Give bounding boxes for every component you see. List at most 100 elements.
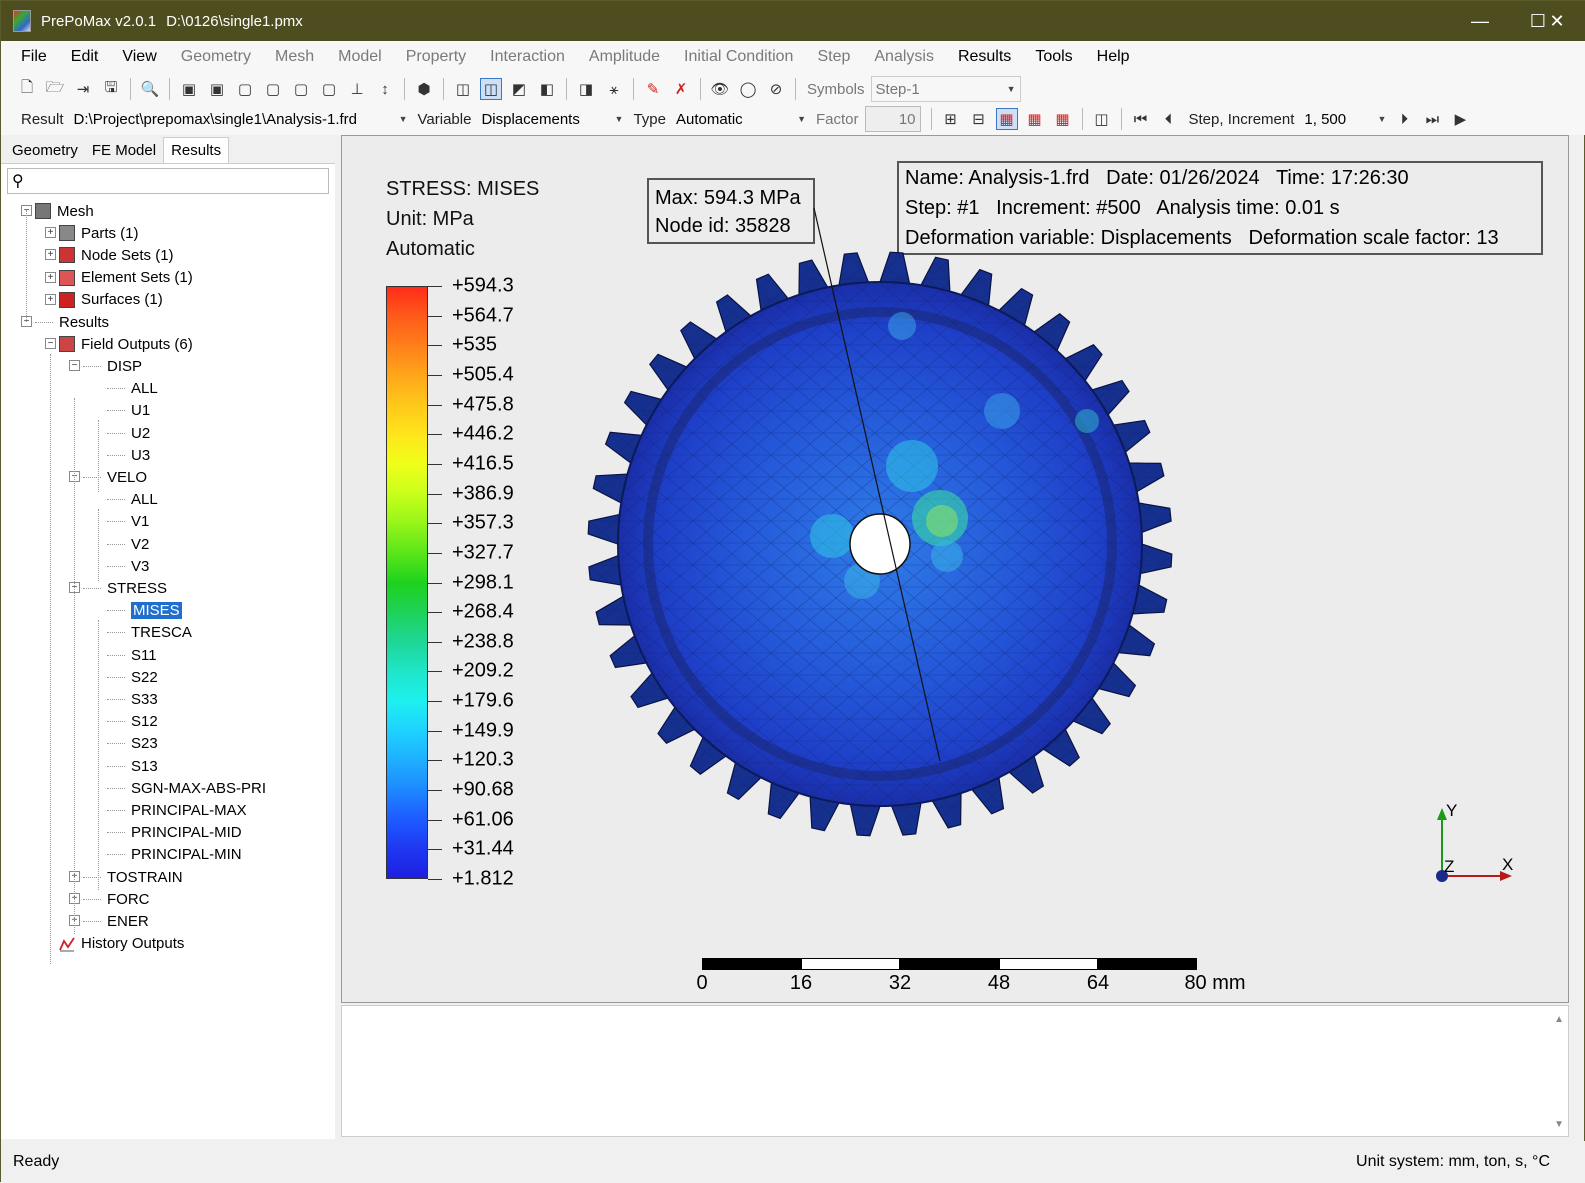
expand-icon[interactable]: + [45,293,56,305]
tree-node[interactable]: FORC [83,888,150,910]
tree-node[interactable]: Element Sets (1) [59,267,193,289]
menu-interaction[interactable]: Interaction [478,48,577,66]
tab-results[interactable]: Results [163,137,230,163]
save-icon[interactable]: 🖫 [100,78,122,100]
tree-node[interactable]: S13 [107,755,158,777]
menu-geometry[interactable]: Geometry [169,48,263,66]
menu-results[interactable]: Results [946,48,1023,66]
tree-node[interactable]: ALL [107,378,158,400]
collapse-icon[interactable]: − [69,360,80,372]
first-increment-icon[interactable]: ⏮ [1130,108,1152,130]
tree-node[interactable]: S23 [107,733,158,755]
tree-node[interactable]: V3 [107,555,149,577]
view-right-icon[interactable]: ▢ [318,78,340,100]
tree-node[interactable]: Surfaces (1) [59,289,163,311]
section-view-icon[interactable]: ◧ [536,78,558,100]
view-bottom-icon[interactable]: ▢ [262,78,284,100]
menu-edit[interactable]: Edit [59,48,111,66]
tree-node[interactable]: SGN-MAX-ABS-PRI [107,777,266,799]
tree-node[interactable]: U3 [107,444,150,466]
tree-node[interactable]: History Outputs [59,933,184,955]
menu-view[interactable]: View [110,48,168,66]
view-front-icon[interactable]: ▣ [178,78,200,100]
shaded-with-edges-icon[interactable]: ◫ [480,78,502,100]
clear-query-icon[interactable]: ✗ [670,78,692,100]
tree-node[interactable]: MISES [107,600,182,622]
tree-node[interactable]: S22 [107,666,158,688]
tree-search-input[interactable]: ⚲ [7,168,329,194]
expand-icon[interactable]: + [45,249,56,261]
menu-initial-condition[interactable]: Initial Condition [672,48,805,66]
isometric-view-icon[interactable]: ⬢ [413,78,435,100]
result-file-combo[interactable]: D:\Project\prepomax\single1\Analysis-1.f… [69,106,412,132]
variable-combo[interactable]: Displacements ▼ [477,106,628,132]
menu-mesh[interactable]: Mesh [263,48,326,66]
last-increment-icon[interactable]: ⏭ [1421,108,1443,130]
deformed-icon[interactable]: ⊟ [968,108,990,130]
scroll-down-icon[interactable]: ▼ [1554,1119,1564,1130]
menu-analysis[interactable]: Analysis [862,48,946,66]
tree-node[interactable]: ALL [107,489,158,511]
view-top-icon[interactable]: ▢ [234,78,256,100]
step-increment-combo[interactable]: 1, 500 ▼ [1300,106,1391,132]
tree-node[interactable]: S11 [107,644,157,666]
tree-node[interactable]: STRESS [83,577,167,599]
menu-tools[interactable]: Tools [1023,48,1084,66]
factor-input[interactable]: 10 [864,106,921,132]
symbols-step-combo[interactable]: Step-1 ▼ [870,76,1021,102]
tree-node[interactable]: V1 [107,511,149,533]
view-back-icon[interactable]: ▣ [206,78,228,100]
color-contours-icon[interactable]: ▦ [995,108,1018,130]
hide-all-icon[interactable]: ⊘ [765,78,787,100]
tree-node[interactable]: TRESCA [107,622,192,644]
show-all-icon[interactable]: 👁 [709,78,731,100]
menu-property[interactable]: Property [394,48,478,66]
gear-model[interactable] [342,136,1569,1003]
view-left-icon[interactable]: ▢ [290,78,312,100]
type-combo[interactable]: Automatic ▼ [671,106,810,132]
close-button[interactable]: ✕ [1528,1,1585,41]
tree-node[interactable]: PRINCIPAL-MAX [107,799,247,821]
tree-node[interactable]: Node Sets (1) [59,244,174,266]
tree-node[interactable]: DISP [83,355,142,377]
tree-node[interactable]: VELO [83,466,147,488]
scroll-up-icon[interactable]: ▲ [1554,1014,1564,1025]
transformation-icon[interactable]: ◫ [1091,108,1113,130]
query-icon[interactable]: ✎ [642,78,664,100]
next-increment-icon[interactable]: ⏵ [1393,108,1415,130]
tree-node[interactable]: ENER [83,910,149,932]
tab-fe-model[interactable]: FE Model [85,138,163,163]
minimize-button[interactable]: — [1451,1,1509,41]
open-file-icon[interactable]: 🗁 [44,78,66,100]
tree-node[interactable]: Parts (1) [59,222,139,244]
animate-icon[interactable]: ▶ [1449,108,1471,130]
hide-icon[interactable]: ◯ [737,78,759,100]
deformed-undeformed-icon[interactable]: ▦ [1024,108,1046,130]
tree-node[interactable]: S12 [107,711,158,733]
expand-icon[interactable]: + [45,227,56,239]
menu-help[interactable]: Help [1085,48,1142,66]
menu-step[interactable]: Step [805,48,862,66]
tree-node[interactable]: PRINCIPAL-MID [107,822,242,844]
tree-node[interactable]: Mesh [35,200,94,222]
undeformed-icon[interactable]: ⊞ [940,108,962,130]
wireframe-icon[interactable]: ◫ [452,78,474,100]
menu-file[interactable]: File [9,48,59,66]
explode-icon[interactable]: ⚹ [603,78,625,100]
graphics-viewport[interactable]: STRESS: MISES Unit: MPa Automatic +594.3… [341,135,1569,1003]
zoom-to-fit-icon[interactable]: 🔍 [139,78,161,100]
tree-node[interactable]: S33 [107,688,158,710]
menu-amplitude[interactable]: Amplitude [577,48,672,66]
shaded-icon[interactable]: ◩ [508,78,530,100]
import-icon[interactable]: ⇥ [72,78,94,100]
new-file-icon[interactable]: 🗋 [16,78,38,100]
tree-node[interactable]: V2 [107,533,149,555]
tree-node[interactable]: Field Outputs (6) [59,333,193,355]
collapse-icon[interactable]: − [45,338,56,350]
previous-increment-icon[interactable]: ⏴ [1158,108,1180,130]
output-console[interactable]: ▲ ▼ [341,1005,1569,1137]
tree-node[interactable]: U2 [107,422,150,444]
view-normal-icon[interactable]: ⊥ [346,78,368,100]
tree-node[interactable]: Results [35,311,109,333]
vertical-axis-icon[interactable]: ↕ [374,78,396,100]
